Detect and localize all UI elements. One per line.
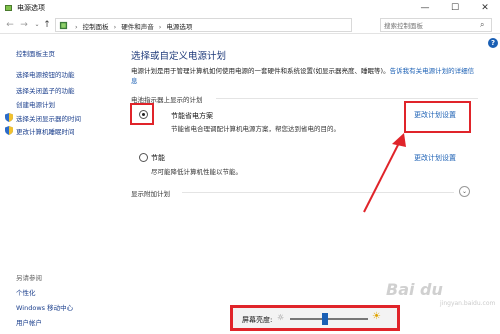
help-icon[interactable]: ? <box>488 38 498 48</box>
plan-name[interactable]: 节能 <box>151 153 165 163</box>
breadcrumb-separator-icon: › <box>158 23 162 31</box>
sidebar-item-power-button[interactable]: 选择电源按钮的功能 <box>16 69 75 79</box>
breadcrumb-separator-icon: › <box>75 23 78 31</box>
plan-radio-power-saving-scheme[interactable] <box>139 110 148 119</box>
plan-description: 节能省电合理调配计算机电源方案，帮您达到省电的目的。 <box>171 125 340 133</box>
control-panel-icon <box>59 21 68 30</box>
show-additional-plans-label[interactable]: 显示附加计划 <box>131 188 170 198</box>
breadcrumb-separator-icon: › <box>113 23 117 31</box>
shield-icon <box>5 113 13 122</box>
see-also-personalization[interactable]: 个性化 <box>16 287 36 297</box>
plan-name[interactable]: 节能省电方案 <box>171 111 213 121</box>
brightness-bar: 屏幕亮度: ☼ ☀ <box>230 305 400 331</box>
up-arrow-icon[interactable]: ↑ <box>41 19 53 31</box>
change-plan-settings-link[interactable]: 更改计划设置 <box>414 110 456 120</box>
brightness-slider[interactable] <box>290 318 368 320</box>
see-also-heading: 另请参阅 <box>16 274 42 282</box>
intro-description: 电源计划是用于管理计算机如何使用电源的一套硬件和系统设置(如显示器亮度、睡眠等)… <box>131 67 390 75</box>
breadcrumb-power-options[interactable]: 电源选项 <box>166 23 192 31</box>
address-bar[interactable]: ›控制面板›硬件和声音›电源选项 ⌄ ↻ <box>55 18 406 32</box>
breadcrumb: › 控制面板 › 硬件和声音 › 电源选项 <box>70 21 192 31</box>
address-toolbar: ← → ⌄ ↑ ›控制面板›硬件和声音›电源选项 ⌄ ↻ ⌕ <box>0 16 500 34</box>
close-button[interactable]: ✕ <box>470 0 500 16</box>
dim-sun-icon: ☼ <box>277 313 285 322</box>
search-input[interactable] <box>384 20 476 31</box>
forward-arrow-icon[interactable]: → <box>18 19 30 31</box>
power-options-app-icon <box>5 5 12 11</box>
shield-icon <box>5 126 13 135</box>
plan-radio-power-saver[interactable] <box>139 153 148 162</box>
intro-text: 电源计划是用于管理计算机如何使用电源的一套硬件和系统设置(如显示器亮度、睡眠等)… <box>131 66 477 86</box>
see-also-mobility-center[interactable]: Windows 移动中心 <box>16 302 73 312</box>
breadcrumb-hardware-sound[interactable]: 硬件和声音 <box>121 23 154 31</box>
sidebar-item-create-plan[interactable]: 创建电源计划 <box>16 99 55 109</box>
baidu-watermark-url: jingyan.baidu.com <box>440 300 496 307</box>
sidebar-control-panel-home[interactable]: 控制面板主页 <box>16 48 55 58</box>
sidebar-item-lid-close[interactable]: 选择关闭盖子的功能 <box>16 85 75 95</box>
page-title: 选择或自定义电源计划 <box>131 51 227 62</box>
section-divider <box>216 98 478 99</box>
section-divider <box>182 192 454 193</box>
see-also-user-accounts[interactable]: 用户帐户 <box>16 317 42 327</box>
search-icon[interactable]: ⌕ <box>480 20 484 30</box>
minimize-button[interactable]: — <box>410 0 440 16</box>
brightness-label: 屏幕亮度: <box>242 316 273 324</box>
baidu-watermark: Bai du <box>386 280 443 299</box>
expand-chevron-icon[interactable]: ⌄ <box>459 186 470 197</box>
window-title: 电源选项 <box>17 4 45 12</box>
search-box[interactable]: ⌕ <box>380 18 492 32</box>
maximize-button[interactable]: ☐ <box>440 0 470 16</box>
plan-description: 尽可能降低计算机性能以节能。 <box>151 168 242 176</box>
change-plan-settings-link[interactable]: 更改计划设置 <box>414 153 456 163</box>
bright-sun-icon: ☀ <box>372 311 381 322</box>
sidebar-item-display-off[interactable]: 选择关闭显示器的时间 <box>16 113 81 123</box>
back-arrow-icon[interactable]: ← <box>4 19 16 31</box>
title-bar: 电源选项 — ☐ ✕ <box>0 0 500 16</box>
brightness-slider-thumb[interactable] <box>322 313 329 325</box>
breadcrumb-control-panel[interactable]: 控制面板 <box>83 23 109 31</box>
sidebar-item-sleep-time[interactable]: 更改计算机睡眠时间 <box>16 126 75 136</box>
